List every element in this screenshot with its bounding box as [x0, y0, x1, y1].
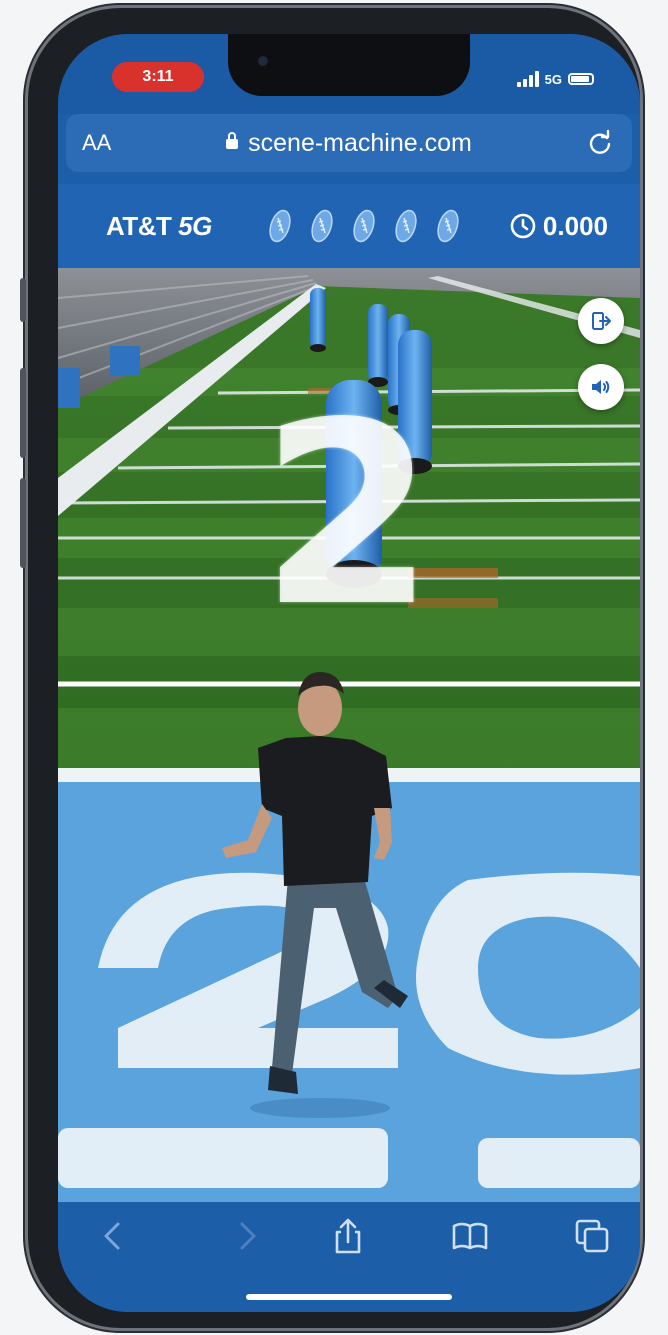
url-text: scene-machine.com [248, 129, 472, 157]
reload-icon[interactable] [586, 129, 614, 157]
book-icon[interactable] [450, 1216, 490, 1256]
status-bar: 3:11 5G [58, 34, 640, 114]
footballs-remaining [264, 206, 464, 246]
status-time: 3:11 [112, 62, 204, 92]
countdown-number: 2 [260, 369, 436, 662]
game-scene[interactable]: 2 [58, 268, 640, 1202]
football-icon [269, 209, 291, 243]
notch [228, 34, 470, 96]
signal-icon [516, 71, 539, 87]
volume-down-button [20, 478, 26, 568]
exit-icon [592, 312, 611, 330]
game-header: AT&T 5G 0.000 [58, 184, 640, 268]
chevron-left-icon[interactable] [94, 1216, 134, 1256]
silent-switch [20, 278, 26, 322]
sound-toggle-button[interactable] [578, 364, 624, 410]
clock-icon [510, 213, 536, 239]
brand-suffix: 5G [178, 211, 212, 241]
share-icon[interactable] [328, 1216, 368, 1256]
home-indicator[interactable] [246, 1294, 452, 1300]
volume-up-button [20, 368, 26, 458]
tabs-icon[interactable] [572, 1216, 612, 1256]
exit-game-button[interactable] [578, 298, 624, 344]
front-camera [258, 56, 268, 66]
game-timer: 0.000 [509, 184, 608, 268]
timer-value: 0.000 [542, 211, 608, 241]
football-icon [437, 209, 459, 243]
football-icon [311, 209, 333, 243]
brand-prefix: AT&T [106, 211, 172, 241]
brand-logo: AT&T 5G [106, 184, 212, 268]
status-indicators: 5G [516, 68, 594, 90]
network-label: 5G [544, 71, 562, 87]
address-bar[interactable]: AA scene-machine.com [66, 114, 632, 172]
url-field[interactable]: scene-machine.com [66, 114, 632, 172]
football-icon [395, 209, 417, 243]
football-icon [353, 209, 375, 243]
chevron-right-icon[interactable] [226, 1216, 266, 1256]
battery-icon [568, 73, 594, 85]
phone-frame: 3:11 5G AA scene-machine.com AT&T 5G 0.0… [20, 8, 640, 1328]
speaker-icon [592, 380, 610, 394]
screen: 3:11 5G AA scene-machine.com AT&T 5G 0.0… [58, 34, 640, 1312]
lock-icon [226, 132, 239, 149]
